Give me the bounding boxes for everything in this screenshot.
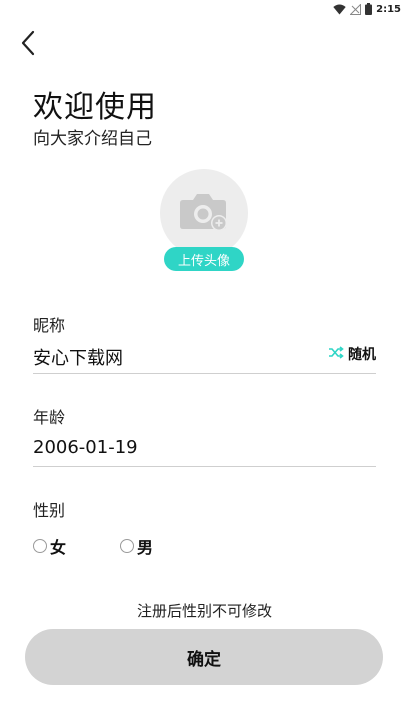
no-signal-icon [349,0,362,19]
age-label: 年龄 [33,408,66,427]
gender-label: 性别 [33,501,66,520]
battery-icon [365,0,373,19]
age-underline [33,466,376,467]
radio-label: 女 [50,538,67,557]
gender-option-female[interactable]: 女 [33,534,66,558]
avatar[interactable] [160,169,248,257]
chevron-left-icon [20,30,36,60]
page-title: 欢迎使用 [33,90,157,125]
status-icons: 2:15 [333,2,401,16]
nickname-label: 昵称 [33,316,66,335]
shuffle-icon [328,345,344,363]
status-time: 2:15 [376,3,401,15]
age-field[interactable]: 2006-01-19 [33,437,138,458]
avatar-upload[interactable]: 上传头像 [160,169,248,271]
camera-add-icon [179,190,229,236]
gender-radio-group: 女 男 [33,534,153,558]
status-bar: 2:15 [0,0,409,18]
upload-avatar-button[interactable]: 上传头像 [164,247,244,271]
page-subtitle: 向大家介绍自己 [33,129,152,149]
gender-option-male[interactable]: 男 [120,534,153,558]
nickname-underline [33,373,376,374]
confirm-button[interactable]: 确定 [25,629,383,685]
radio-label: 男 [137,538,154,557]
radio-button[interactable] [33,539,47,553]
nickname-field[interactable]: 安心下载网 [33,344,123,370]
wifi-icon [333,0,346,19]
gender-note: 注册后性别不可修改 [136,602,272,620]
radio-button[interactable] [120,539,135,553]
random-label: 随机 [348,347,376,363]
random-nickname-button[interactable]: 随机 [328,344,376,364]
back-button[interactable] [14,30,42,60]
